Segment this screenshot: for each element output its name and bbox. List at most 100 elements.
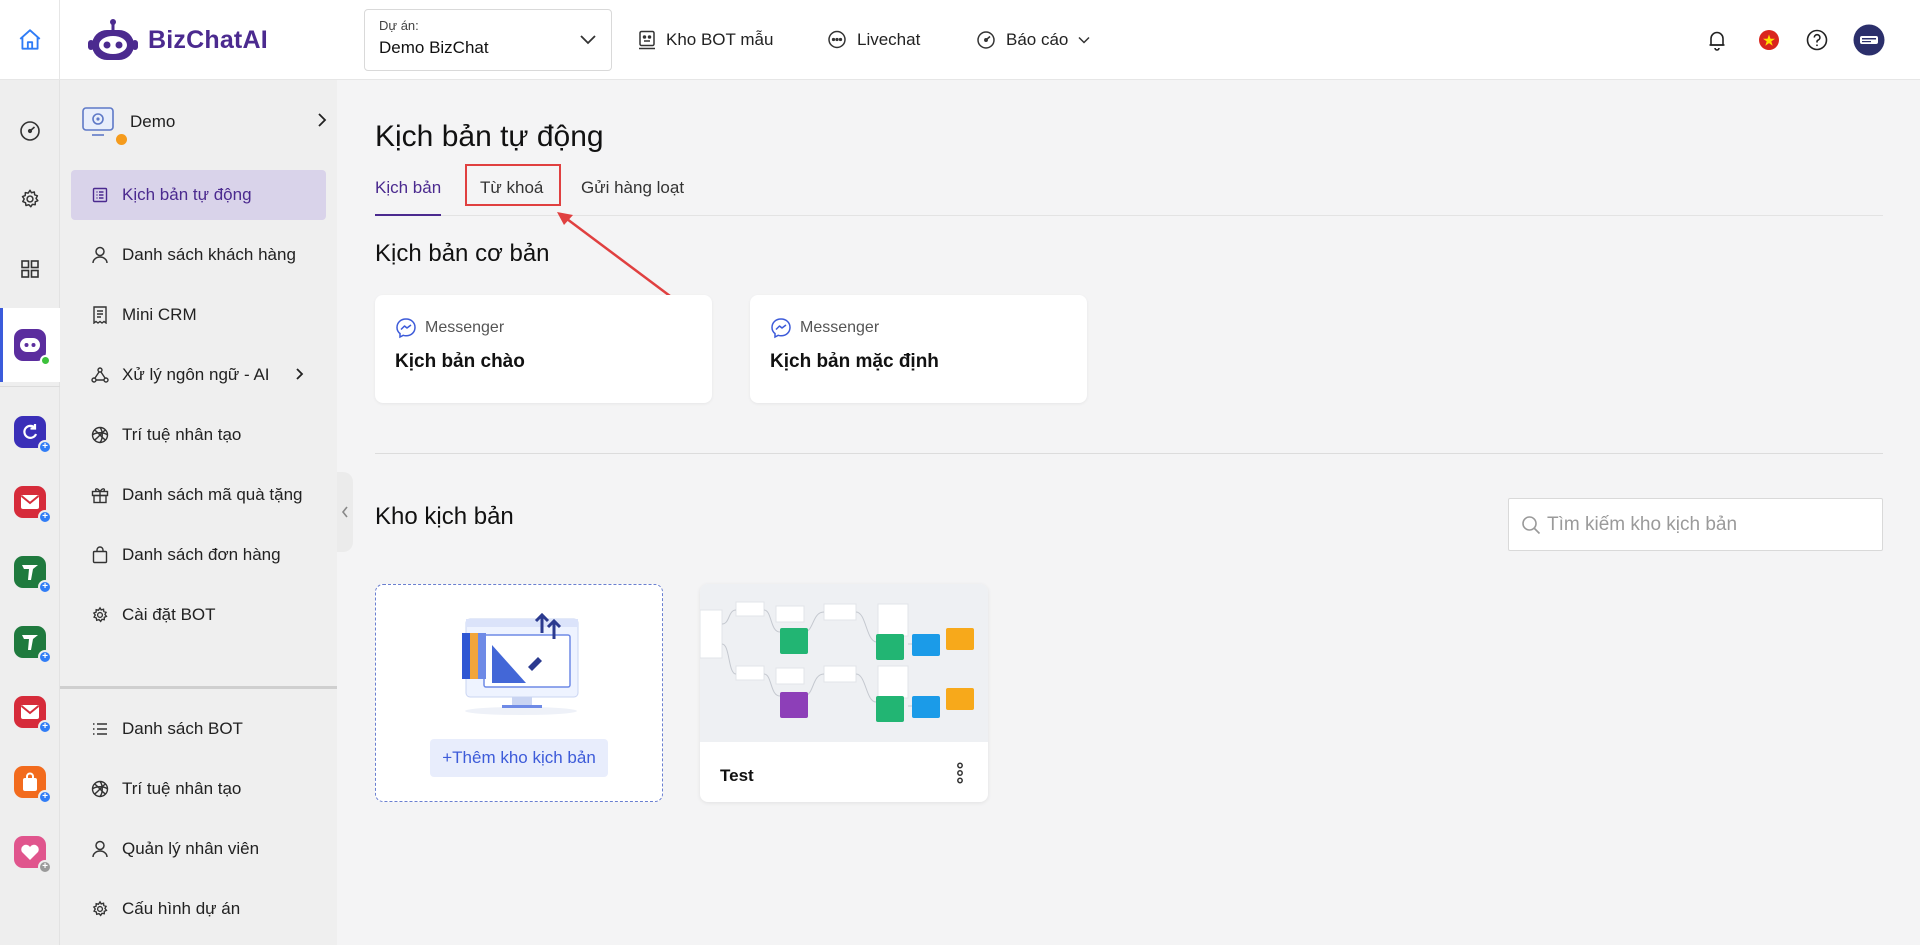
- user-icon: [91, 840, 109, 858]
- section-divider: [375, 453, 1883, 454]
- home-icon: [19, 29, 40, 50]
- library-search-input[interactable]: [1547, 513, 1867, 536]
- script-card-default[interactable]: Messenger Kịch bản mặc định: [750, 295, 1087, 403]
- rail-settings[interactable]: [0, 174, 60, 224]
- grid-icon: [21, 260, 39, 278]
- bot-selector[interactable]: Demo: [82, 100, 327, 145]
- user-avatar[interactable]: [1851, 22, 1887, 58]
- rail-app-7[interactable]: +: [0, 827, 60, 877]
- chevron-down-icon: [580, 35, 596, 45]
- script-name: Kịch bản mặc định: [770, 351, 939, 372]
- basic-scripts-title: Kịch bản cơ bản: [375, 240, 550, 267]
- avatar-icon: [1853, 24, 1885, 56]
- chevron-down-icon: [1078, 36, 1090, 44]
- gear-icon: [91, 606, 109, 624]
- messenger-icon: [396, 318, 416, 339]
- sidebar-item-bot-list[interactable]: Danh sách BOT: [71, 704, 326, 754]
- help-button[interactable]: [1799, 22, 1835, 58]
- bot-template-icon: [639, 30, 655, 50]
- sidebar-item-project-config[interactable]: Cấu hình dự án: [71, 884, 326, 934]
- sidebar-item-nlp-ai[interactable]: Xử lý ngôn ngữ - AI: [71, 350, 326, 400]
- template-card[interactable]: Test: [700, 584, 988, 802]
- chevron-left-icon: [341, 506, 348, 518]
- sidebar-item-label: Mini CRM: [122, 305, 197, 324]
- gear-icon: [91, 900, 109, 918]
- sidebar-item-staff[interactable]: Quản lý nhân viên: [71, 824, 326, 874]
- script-card-welcome[interactable]: Messenger Kịch bản chào: [375, 295, 712, 403]
- rail-app-6[interactable]: +: [0, 757, 60, 807]
- sidebar-item-gift-codes[interactable]: Danh sách mã quà tặng: [71, 470, 326, 520]
- refresh-app-icon: +: [14, 416, 52, 454]
- script-name: Kịch bản chào: [395, 351, 525, 372]
- sidebar-item-label: Cài đặt BOT: [122, 605, 216, 624]
- list-icon: [91, 720, 109, 738]
- ai-swirl-icon: [91, 780, 109, 798]
- notifications-button[interactable]: [1699, 22, 1735, 58]
- receipt-icon: [91, 306, 109, 324]
- sidebar-item-mini-crm[interactable]: Mini CRM: [71, 290, 326, 340]
- library-search[interactable]: [1508, 498, 1883, 551]
- t-app-icon: +: [14, 626, 52, 664]
- sidebar-item-ai-project[interactable]: Trí tuệ nhân tạo: [71, 764, 326, 814]
- template-name: Test: [720, 766, 754, 785]
- robot-logo-icon: [88, 19, 138, 60]
- sidebar-collapse-toggle[interactable]: [337, 472, 353, 552]
- nav-bot-templates-label: Kho BOT mẫu: [666, 30, 774, 49]
- chevron-right-icon: [318, 113, 327, 127]
- sidebar-item-label: Kịch bản tự động: [122, 185, 252, 204]
- bizchat-app-icon: [14, 329, 51, 366]
- list-doc-icon: [91, 186, 109, 204]
- sidebar-item-customers[interactable]: Danh sách khách hàng: [71, 230, 326, 280]
- add-library-card[interactable]: +Thêm kho kịch bản: [375, 584, 663, 802]
- nav-bot-templates[interactable]: Kho BOT mẫu: [638, 0, 773, 80]
- sidebar-item-ai[interactable]: Trí tuệ nhân tạo: [71, 410, 326, 460]
- nav-reports-label: Báo cáo: [1006, 30, 1069, 49]
- bot-avatar: [82, 107, 127, 145]
- sidebar-item-auto-scripts[interactable]: Kịch bản tự động: [71, 170, 326, 220]
- rail-app-2[interactable]: +: [0, 477, 60, 527]
- script-library-title: Kho kịch bản: [375, 503, 514, 530]
- gift-icon: [91, 486, 109, 504]
- language-button[interactable]: [1751, 22, 1787, 58]
- add-library-button[interactable]: +Thêm kho kịch bản: [430, 739, 608, 777]
- chevron-right-icon: [296, 368, 304, 380]
- nav-livechat[interactable]: Livechat: [827, 0, 920, 80]
- gauge-icon: [20, 121, 40, 141]
- t-app-icon: +: [14, 556, 52, 594]
- project-value: Demo BizChat: [379, 38, 489, 57]
- sidebar-item-label: Danh sách BOT: [122, 719, 243, 738]
- sidebar-item-label: Danh sách mã quà tặng: [122, 485, 303, 504]
- more-vertical-icon: [957, 762, 963, 784]
- sidebar-item-label: Quản lý nhân viên: [122, 839, 260, 858]
- channel-label: Messenger: [395, 317, 692, 339]
- shopping-bag-app-icon: +: [14, 766, 52, 804]
- sidebar-item-label: Trí tuệ nhân tạo: [122, 425, 242, 444]
- annotation-arrow: [557, 212, 671, 298]
- brand-logo[interactable]: BizChatAI: [88, 14, 268, 66]
- template-more-button[interactable]: [954, 759, 966, 787]
- vietnam-flag-icon: [1759, 30, 1779, 50]
- user-icon: [91, 246, 109, 264]
- rail-apps[interactable]: [0, 244, 60, 294]
- ai-swirl-icon: [91, 426, 109, 444]
- bot-monitor-icon: [82, 107, 114, 136]
- nav-livechat-label: Livechat: [857, 30, 921, 49]
- sidebar-item-orders[interactable]: Danh sách đơn hàng: [71, 530, 326, 580]
- rail-dashboard[interactable]: [0, 106, 60, 156]
- rail-bizchat-bot[interactable]: [0, 320, 60, 370]
- rail-app-1[interactable]: +: [0, 407, 60, 457]
- rail-app-4[interactable]: +: [0, 617, 60, 667]
- sidebar-item-bot-settings[interactable]: Cài đặt BOT: [71, 590, 326, 640]
- sidebar-item-label: Danh sách khách hàng: [122, 245, 296, 264]
- project-select[interactable]: Dự án: Demo BizChat: [364, 9, 612, 71]
- messenger-icon: [771, 318, 791, 339]
- nav-reports[interactable]: Báo cáo: [976, 0, 1090, 80]
- rail-app-5[interactable]: +: [0, 687, 60, 737]
- rail-app-3[interactable]: +: [0, 547, 60, 597]
- tab-scripts[interactable]: Kịch bản: [375, 176, 442, 216]
- bag-icon: [91, 546, 109, 564]
- sidebar-item-label: Danh sách đơn hàng: [122, 545, 281, 564]
- home-button[interactable]: [0, 0, 60, 80]
- help-icon: [1806, 29, 1828, 51]
- top-bar: BizChatAI Dự án: Demo BizChat Kho BOT mẫ…: [0, 0, 1920, 80]
